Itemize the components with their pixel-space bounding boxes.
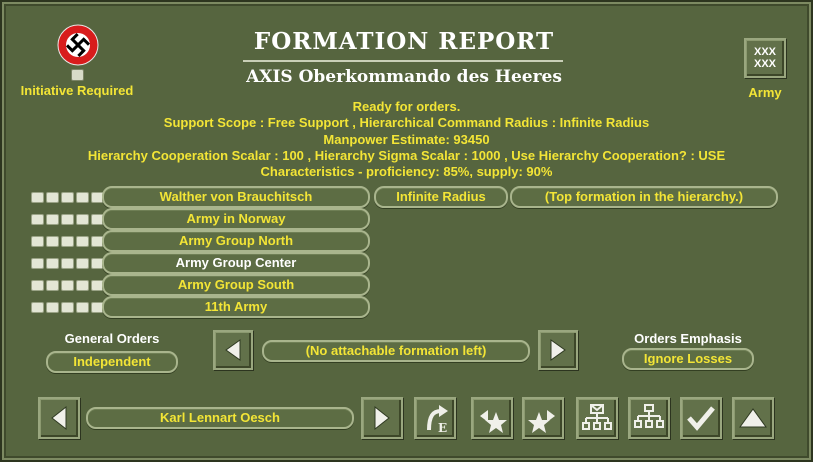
- confirm-button[interactable]: [680, 397, 722, 439]
- rating-box: [31, 258, 44, 269]
- rating-box: [31, 214, 44, 225]
- prev-leader-button[interactable]: [38, 397, 80, 439]
- army-type-button[interactable]: XXX XXX: [744, 38, 786, 78]
- rating-box: [76, 214, 89, 225]
- orders-emphasis-label: Orders Emphasis: [634, 331, 742, 346]
- next-leader-button[interactable]: [361, 397, 403, 439]
- page-subtitle: AXIS Oberkommando des Heeres: [246, 67, 562, 87]
- initiative-label: Initiative Required: [20, 83, 134, 98]
- attach-next-button[interactable]: [538, 330, 578, 370]
- rating-box: [31, 236, 44, 247]
- title-underline: [243, 60, 563, 62]
- rating-box: [61, 258, 74, 269]
- up-arrow-icon: [739, 408, 767, 428]
- rating-box: [76, 302, 89, 313]
- status-characteristics: Characteristics - proficiency: 85%, supp…: [260, 164, 553, 179]
- rating-box: [46, 280, 59, 291]
- formation-row-3[interactable]: Army Group Center: [102, 252, 370, 274]
- up-button[interactable]: [732, 397, 774, 439]
- commander-name-pill[interactable]: Walther von Brauchitsch: [102, 186, 370, 208]
- initiative-checkbox[interactable]: [71, 69, 84, 81]
- status-support-scope: Support Scope : Free Support , Hierarchi…: [163, 115, 650, 130]
- leader-name-field[interactable]: Karl Lennart Oesch: [86, 407, 354, 429]
- star-left-icon: [480, 410, 507, 433]
- star-right-button[interactable]: [522, 397, 564, 439]
- status-hierarchy: Hierarchy Cooperation Scalar : 100 , Hie…: [87, 148, 726, 163]
- page-title: FORMATION REPORT: [253, 28, 555, 55]
- orders-emphasis-select[interactable]: Ignore Losses: [622, 348, 754, 370]
- rating-box: [46, 258, 59, 269]
- rating-box: [31, 302, 44, 313]
- formation-rating-boxes: [31, 258, 104, 269]
- general-orders-label: General Orders: [64, 331, 160, 346]
- rating-box: [61, 236, 74, 247]
- formation-row-2[interactable]: Army Group North: [102, 230, 370, 252]
- star-right-icon: [528, 410, 555, 433]
- formation-row-4[interactable]: Army Group South: [102, 274, 370, 296]
- right-arrow-icon: [374, 405, 390, 431]
- check-icon: [687, 406, 715, 431]
- rating-box: [31, 192, 44, 203]
- rating-box: [61, 214, 74, 225]
- attach-formation-select[interactable]: (No attachable formation left): [262, 340, 530, 362]
- return-e-button[interactable]: E: [414, 397, 456, 439]
- formation-rating-boxes: [31, 280, 104, 291]
- command-radius-pill: Infinite Radius: [374, 186, 508, 208]
- formation-rating-boxes: [31, 192, 104, 203]
- left-arrow-icon: [225, 339, 241, 361]
- faction-emblem: [57, 24, 99, 66]
- general-orders-select[interactable]: Independent: [46, 351, 178, 373]
- rating-box: [61, 302, 74, 313]
- hierarchy-icon: [634, 404, 664, 428]
- star-left-button[interactable]: [471, 397, 513, 439]
- army-xxx-icon: XXX XXX: [753, 46, 776, 70]
- svg-text:E: E: [438, 421, 447, 434]
- rating-box: [76, 236, 89, 247]
- left-arrow-icon: [51, 405, 67, 431]
- rating-box: [46, 214, 59, 225]
- rating-box: [31, 280, 44, 291]
- rating-box: [76, 258, 89, 269]
- attach-prev-button[interactable]: [213, 330, 253, 370]
- rating-box: [46, 192, 59, 203]
- rating-box: [61, 192, 74, 203]
- status-ready: Ready for orders.: [352, 99, 461, 114]
- hierarchy-button[interactable]: [628, 397, 670, 439]
- return-e-icon: E: [427, 405, 448, 434]
- formation-rating-boxes: [31, 236, 104, 247]
- status-manpower: Manpower Estimate: 93450: [323, 132, 490, 147]
- rating-box: [76, 192, 89, 203]
- hierarchy-note-pill: (Top formation in the hierarchy.): [510, 186, 778, 208]
- rating-box: [61, 280, 74, 291]
- formation-row-5[interactable]: 11th Army: [102, 296, 370, 318]
- rating-box: [46, 302, 59, 313]
- hierarchy-mail-icon: [582, 404, 612, 430]
- right-arrow-icon: [550, 339, 566, 361]
- formation-rating-boxes: [31, 214, 104, 225]
- formation-rating-boxes: [31, 302, 104, 313]
- formation-row-1[interactable]: Army in Norway: [102, 208, 370, 230]
- army-label: Army: [748, 85, 782, 100]
- rating-box: [76, 280, 89, 291]
- rating-box: [46, 236, 59, 247]
- hierarchy-mail-button[interactable]: [576, 397, 618, 439]
